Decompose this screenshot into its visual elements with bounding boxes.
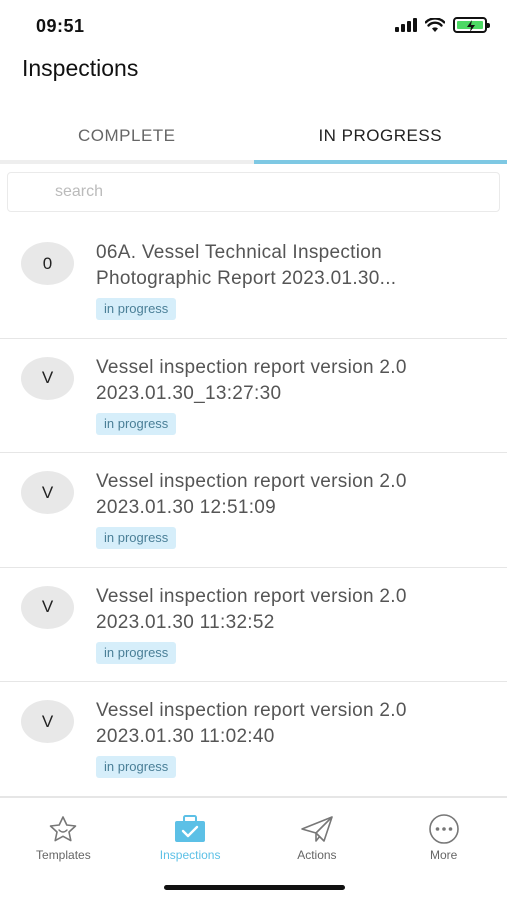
cellular-signal-icon bbox=[395, 18, 417, 32]
search-box bbox=[7, 172, 500, 212]
status-badge: in progress bbox=[96, 641, 177, 664]
inspection-title: Vessel inspection report version 2.0 202… bbox=[96, 700, 407, 747]
status-time: 09:51 bbox=[36, 16, 85, 36]
status-bar: 09:51 bbox=[0, 0, 507, 50]
status-icons bbox=[395, 17, 490, 33]
search-input[interactable] bbox=[8, 173, 499, 211]
list-item[interactable]: V Vessel inspection report version 2.0 2… bbox=[0, 682, 507, 797]
tab-bar: COMPLETE IN PROGRESS bbox=[0, 110, 507, 164]
inspection-list: 0 06A. Vessel Technical Inspection Photo… bbox=[0, 224, 507, 797]
wifi-icon bbox=[425, 17, 445, 32]
avatar: V bbox=[21, 356, 74, 400]
nav-templates[interactable]: Templates bbox=[0, 798, 127, 877]
list-item[interactable]: V Vessel inspection report version 2.0 2… bbox=[0, 339, 507, 453]
page-title: Inspections bbox=[22, 55, 139, 81]
nav-inspections[interactable]: Inspections bbox=[127, 798, 254, 877]
nav-label: Inspections bbox=[159, 848, 221, 862]
status-badge: in progress bbox=[96, 756, 177, 778]
list-item[interactable]: 0 06A. Vessel Technical Inspection Photo… bbox=[0, 224, 507, 339]
inspection-title: Vessel inspection report version 2.0 202… bbox=[96, 585, 407, 633]
bottom-nav: Templates Inspections Actions More bbox=[0, 797, 507, 877]
star-icon bbox=[46, 814, 80, 844]
list-item[interactable]: V Vessel inspection report version 2.0 2… bbox=[0, 568, 507, 682]
inspection-title: 06A. Vessel Technical Inspection Photogr… bbox=[96, 242, 397, 289]
avatar: V bbox=[21, 471, 74, 514]
more-dots-icon bbox=[427, 814, 461, 844]
avatar: V bbox=[21, 700, 74, 743]
nav-label: More bbox=[429, 848, 458, 862]
list-item[interactable]: V Vessel inspection report version 2.0 2… bbox=[0, 453, 507, 568]
briefcase-check-icon bbox=[173, 814, 207, 844]
battery-icon bbox=[453, 17, 490, 33]
inspection-title: Vessel inspection report version 2.0 202… bbox=[96, 471, 407, 518]
nav-label: Actions bbox=[297, 848, 337, 862]
avatar: 0 bbox=[21, 242, 74, 285]
nav-label: Templates bbox=[36, 848, 91, 862]
status-badge: in progress bbox=[96, 527, 177, 549]
status-badge: in progress bbox=[96, 412, 177, 435]
tab-in-progress[interactable]: IN PROGRESS bbox=[253, 110, 507, 164]
paper-plane-icon bbox=[300, 814, 334, 844]
inspection-title: Vessel inspection report version 2.0 202… bbox=[96, 356, 407, 404]
avatar: V bbox=[21, 585, 74, 629]
nav-more[interactable]: More bbox=[380, 798, 507, 877]
home-indicator[interactable] bbox=[164, 885, 345, 890]
nav-actions[interactable]: Actions bbox=[254, 798, 381, 877]
status-badge: in progress bbox=[96, 298, 177, 320]
tab-complete[interactable]: COMPLETE bbox=[0, 110, 254, 164]
